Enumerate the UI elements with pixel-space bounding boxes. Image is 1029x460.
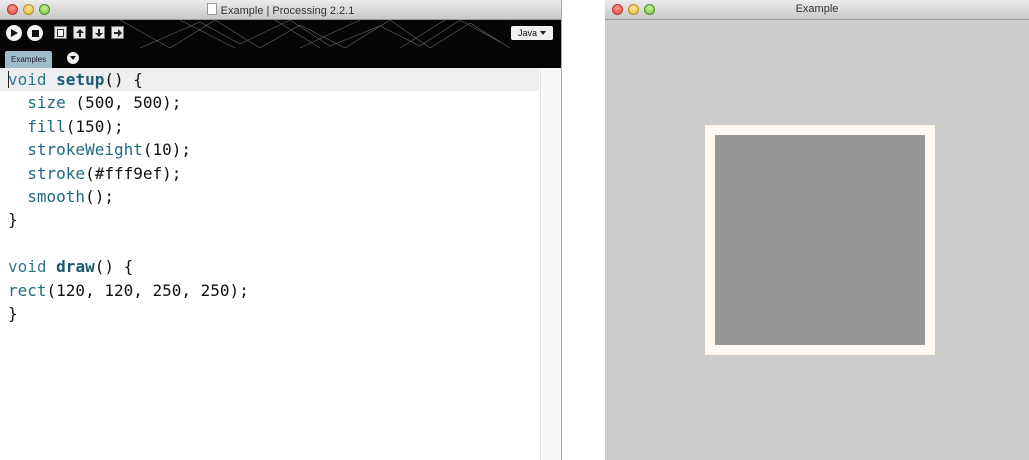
sketch-titlebar: Example [605, 0, 1029, 20]
code-token: setup [56, 70, 105, 89]
code-line: void draw() { [0, 255, 560, 278]
code-token: () { [94, 257, 134, 277]
text-caret [8, 71, 9, 88]
save-button[interactable] [92, 26, 105, 39]
code-token: (#fff9ef); [85, 163, 182, 183]
code-token: } [8, 210, 18, 230]
mode-label: Java [517, 28, 537, 38]
sketch-window: Example [605, 0, 1029, 460]
code-token: draw [56, 257, 95, 277]
code-line: strokeWeight(10); [0, 138, 560, 161]
code-token: () { [104, 70, 143, 89]
mode-selector[interactable]: Java [511, 26, 553, 40]
code-line: rect(120, 120, 250, 250); [0, 279, 560, 302]
code-editor[interactable]: void setup() { size (500, 500); fill(150… [0, 68, 560, 460]
chevron-down-icon [540, 31, 546, 35]
code-token: (10); [142, 140, 192, 160]
code-line: smooth(); [0, 185, 560, 208]
code-token: void [8, 70, 57, 89]
code-token: smooth [27, 186, 86, 206]
open-button[interactable] [73, 26, 86, 39]
code-token: stroke [27, 163, 86, 183]
code-token: fill [27, 116, 66, 136]
tab-label: Examples [11, 55, 47, 64]
new-icon [57, 28, 64, 37]
code-token: (120, 120, 250, 250); [46, 280, 249, 300]
code-line: fill(150); [0, 115, 560, 138]
export-button[interactable] [111, 26, 124, 39]
new-button[interactable] [54, 26, 67, 39]
save-icon [94, 28, 103, 37]
code-token: (150); [65, 116, 124, 136]
code-token: } [8, 303, 18, 323]
ide-titlebar: Example | Processing 2.2.1 [0, 0, 561, 20]
code-token: rect [8, 280, 47, 300]
run-button[interactable] [6, 25, 22, 41]
drawn-rectangle [705, 125, 935, 355]
stop-button[interactable] [27, 25, 43, 41]
ide-title-text: Example | Processing 2.2.1 [220, 5, 355, 17]
code-line: } [0, 302, 560, 325]
code-token: (); [85, 186, 114, 206]
code-token: void [8, 257, 57, 277]
document-icon [206, 3, 217, 15]
ide-tabbar: Examples [0, 48, 561, 68]
ide-toolbar: Java [0, 20, 561, 48]
code-line: void setup() { [0, 68, 539, 92]
tab-menu-button[interactable] [67, 52, 79, 64]
code-token: size [27, 93, 66, 113]
export-icon [113, 28, 122, 37]
processing-ide-window: Example | Processing 2.2.1 Java Examples… [0, 0, 562, 460]
code-line: size (500, 500); [0, 91, 560, 114]
tab-examples[interactable]: Examples [5, 51, 53, 68]
code-line: stroke(#fff9ef); [0, 162, 560, 185]
ide-window-title: Example | Processing 2.2.1 [0, 3, 561, 17]
sketch-window-title: Example [795, 3, 839, 15]
stop-icon [31, 29, 39, 37]
code-token: strokeWeight [27, 140, 143, 160]
editor-right-gutter [540, 68, 561, 460]
chevron-down-icon [70, 56, 76, 60]
code-line: } [0, 208, 560, 231]
run-icon [11, 29, 18, 37]
code-token: (500, 500); [65, 93, 182, 113]
sketch-canvas [605, 20, 1029, 460]
open-icon [75, 28, 84, 37]
